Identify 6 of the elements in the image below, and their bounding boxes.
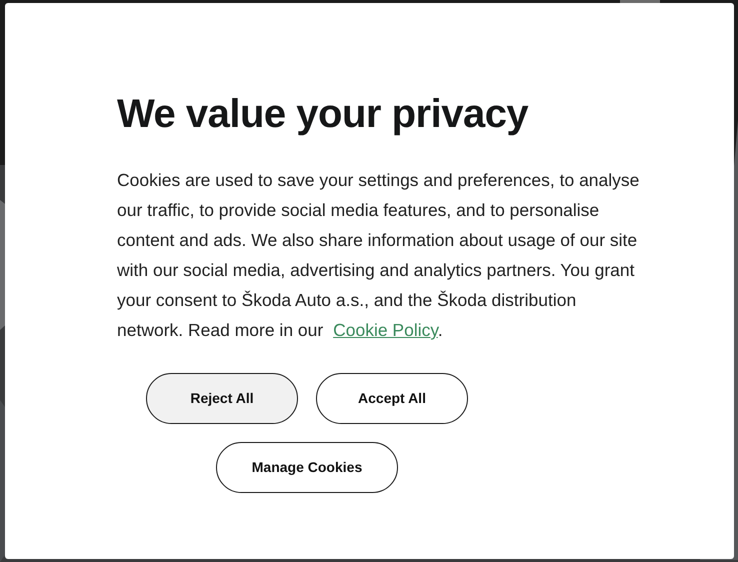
cookie-policy-link[interactable]: Cookie Policy xyxy=(333,320,438,340)
manage-cookies-button[interactable]: Manage Cookies xyxy=(216,442,398,493)
dialog-text: Cookies are used to save your settings and preferences, to analyse our traffic, to provide social media features, and to personalise content and ads. We also share information about usage of our site with our social media, advertising and analytics partners. You grant your consent to Škoda Auto a.s., and the Škoda distribution network. Read more in our Cookie Policy. xyxy=(117,169,640,342)
dialog-title: We value your privacy xyxy=(117,91,530,138)
accept-button[interactable]: Accept All xyxy=(316,373,468,424)
reject-button[interactable]: Reject All xyxy=(146,373,298,424)
